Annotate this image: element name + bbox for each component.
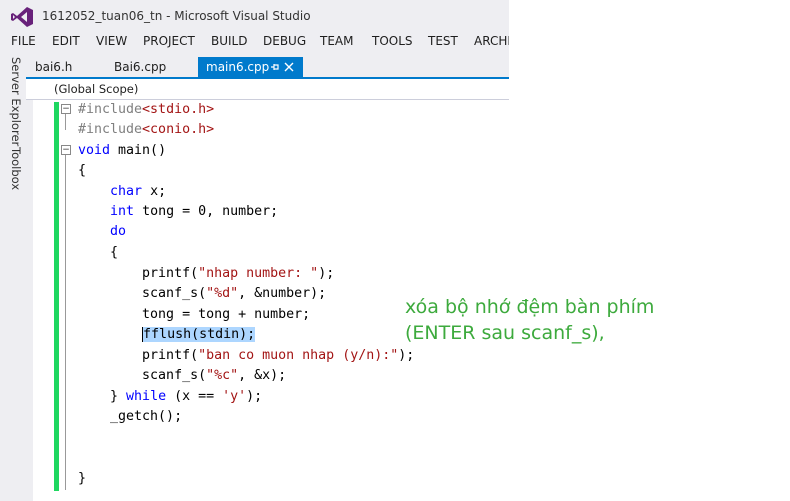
code-line-14: scanf_s("%c", &x);: [78, 368, 287, 383]
menu-edit[interactable]: EDIT: [52, 34, 80, 48]
tab-main6-cpp[interactable]: main6.cpp: [198, 57, 303, 77]
visual-studio-window: 1612052_tuan06_tn - Microsoft Visual Stu…: [0, 0, 509, 501]
change-tracking-bar: [54, 102, 59, 491]
window-title: 1612052_tuan06_tn - Microsoft Visual Stu…: [42, 9, 311, 23]
title-bar: 1612052_tuan06_tn - Microsoft Visual Stu…: [0, 0, 509, 32]
code-line-13: printf("ban co muon nhap (y/n):");: [78, 348, 415, 363]
code-line-2: #include<conio.h>: [78, 122, 215, 137]
code-line-12: fflush(stdin);: [78, 325, 256, 345]
visual-studio-logo-icon: [11, 7, 33, 27]
close-icon[interactable]: [284, 62, 294, 72]
menu-bar: FILE EDIT VIEW PROJECT BUILD DEBUG TEAM …: [0, 32, 509, 52]
tab-label: main6.cpp: [206, 60, 270, 74]
code-line-4: {: [78, 163, 87, 178]
menu-debug[interactable]: DEBUG: [263, 34, 306, 48]
menu-project[interactable]: PROJECT: [143, 34, 195, 48]
outline-line: [65, 154, 66, 490]
code-line-5: char x;: [110, 184, 167, 199]
menu-team[interactable]: TEAM: [320, 34, 353, 48]
server-explorer-tab[interactable]: Server Explorer: [3, 57, 23, 146]
toolbox-tab[interactable]: Toolbox: [3, 147, 23, 190]
indicator-margin: [33, 100, 55, 501]
collapse-icon[interactable]: −: [61, 145, 71, 155]
code-line-7: do: [110, 224, 127, 239]
side-panel-tabs: Server Explorer Toolbox: [0, 57, 26, 501]
code-line-6: int tong = 0, number;: [110, 204, 279, 219]
tab-bai6-cpp[interactable]: Bai6.cpp: [106, 57, 194, 77]
document-tab-bar: bai6.h Bai6.cpp main6.cpp: [26, 57, 509, 77]
annotation-line-2: (ENTER sau scanf_s),: [405, 322, 605, 344]
tab-label: bai6.h: [35, 60, 73, 74]
menu-build[interactable]: BUILD: [211, 34, 247, 48]
selected-text[interactable]: fflush(stdin);: [142, 327, 256, 342]
scope-dropdown[interactable]: (Global Scope): [54, 82, 138, 96]
code-line-11: tong = tong + number;: [78, 307, 311, 322]
menu-architecture[interactable]: ARCHI: [474, 34, 509, 48]
code-line-10: scanf_s("%d", &number);: [78, 286, 327, 301]
code-line-9: printf("nhap number: ");: [78, 266, 335, 281]
collapse-icon[interactable]: −: [61, 104, 71, 114]
menu-tools[interactable]: TOOLS: [372, 34, 413, 48]
code-line-15: } while (x == 'y');: [78, 389, 263, 404]
code-line-16: _getch();: [78, 409, 183, 424]
annotation-note: xóa bộ nhớ đệm bàn phím (ENTER sau scanf…: [405, 294, 654, 346]
menu-view[interactable]: VIEW: [96, 34, 127, 48]
annotation-line-1: xóa bộ nhớ đệm bàn phím: [405, 296, 655, 318]
menu-test[interactable]: TEST: [428, 34, 458, 48]
menu-file[interactable]: FILE: [11, 34, 36, 48]
pin-icon[interactable]: [270, 62, 280, 72]
code-line-19: }: [78, 471, 87, 486]
code-line-1: #include<stdio.h>: [78, 102, 215, 117]
code-line-8: {: [78, 245, 119, 260]
code-line-3: void main(): [78, 143, 167, 158]
tab-bai6-h[interactable]: bai6.h: [27, 57, 101, 77]
scope-navigation-bar[interactable]: (Global Scope): [26, 79, 509, 100]
tab-label: Bai6.cpp: [114, 60, 167, 74]
